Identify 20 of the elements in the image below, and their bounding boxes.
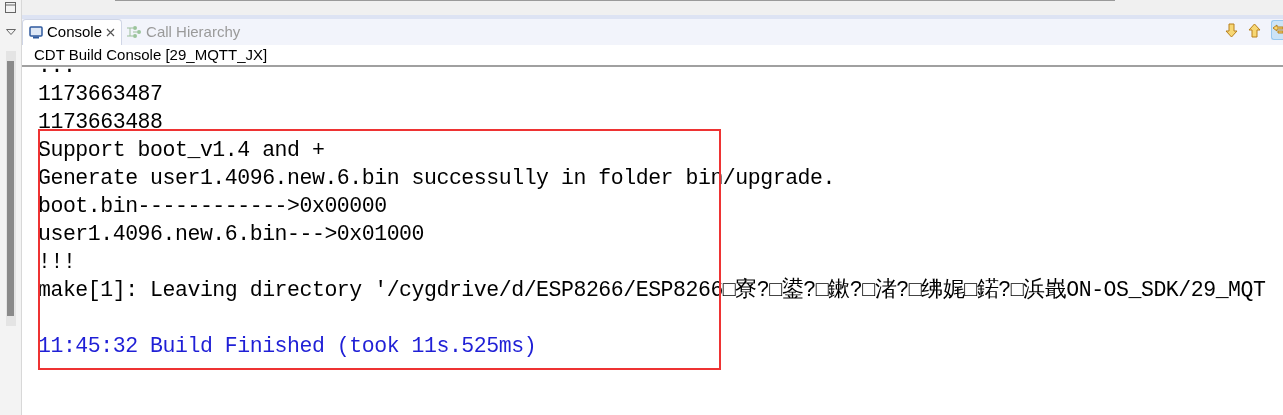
tab[interactable]: Console: [22, 19, 123, 45]
arrow-down-icon[interactable]: [1225, 22, 1238, 38]
console-line: 1173663487: [38, 81, 163, 108]
console-line: user1.4096.new.6.bin--->0x01000: [38, 221, 424, 248]
console-line: Support boot_v1.4 and +: [38, 137, 325, 164]
switch-console-button[interactable]: [1271, 20, 1283, 40]
console-line: !!!: [38, 249, 76, 276]
dropdown-icon[interactable]: [5, 29, 16, 35]
restore-icon[interactable]: [5, 2, 16, 13]
hierarchy-icon: [126, 25, 143, 39]
console-line: ...: [38, 67, 76, 80]
console-line: 1173663488: [38, 109, 163, 136]
arrow-up-icon[interactable]: [1248, 22, 1261, 38]
console-icon: [29, 26, 43, 39]
scrollbar-thumb[interactable]: [7, 61, 14, 316]
build-status-line: 11:45:32 Build Finished (took 11s.525ms): [38, 333, 537, 360]
close-icon[interactable]: [106, 28, 116, 37]
console-title: CDT Build Console [29_MQTT_JX]: [34, 44, 268, 65]
console-line: boot.bin------------>0x00000: [38, 193, 387, 220]
switch-arrows-icon: [1272, 23, 1283, 37]
